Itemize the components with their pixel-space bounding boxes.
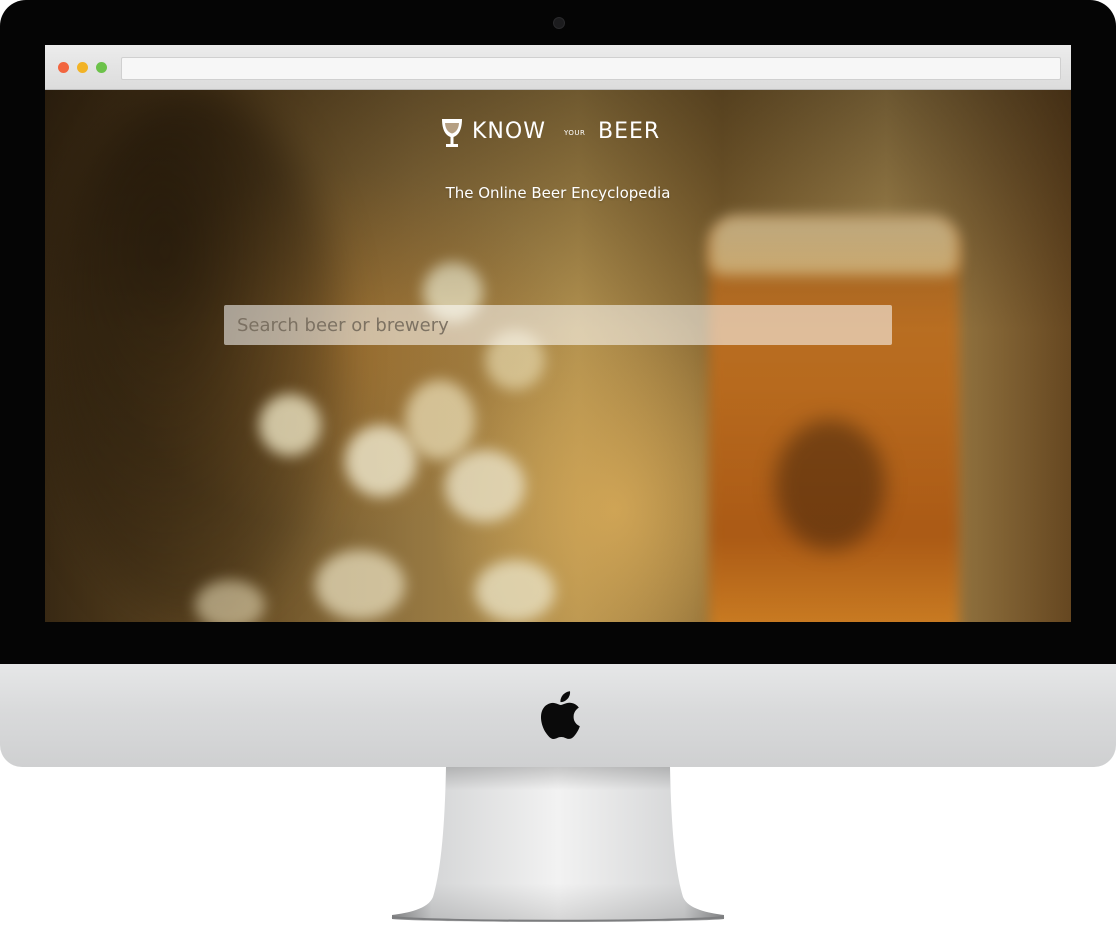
apple-logo-icon	[540, 691, 580, 740]
camera-icon	[553, 17, 565, 29]
close-window-button[interactable]	[58, 62, 69, 73]
hero-page: KNOW YOUR BEER The Online Beer Encyclope…	[45, 90, 1071, 622]
site-logo[interactable]: KNOW YOUR BEER	[440, 117, 680, 153]
monitor-chin	[0, 664, 1116, 767]
site-tagline: The Online Beer Encyclopedia	[445, 184, 671, 202]
search-input[interactable]	[224, 305, 892, 345]
address-bar[interactable]	[121, 57, 1061, 80]
maximize-window-button[interactable]	[96, 62, 107, 73]
monitor-stand	[391, 767, 725, 922]
logo-text-your: YOUR	[564, 129, 586, 137]
background-overlay	[45, 90, 1071, 622]
logo-text-know: KNOW	[472, 119, 546, 144]
browser-window: KNOW YOUR BEER The Online Beer Encyclope…	[45, 45, 1071, 622]
logo-text-beer: BEER	[598, 119, 661, 144]
minimize-window-button[interactable]	[77, 62, 88, 73]
imac-mockup: KNOW YOUR BEER The Online Beer Encyclope…	[0, 0, 1116, 926]
beer-glass-icon	[442, 119, 462, 147]
browser-toolbar	[45, 45, 1071, 90]
